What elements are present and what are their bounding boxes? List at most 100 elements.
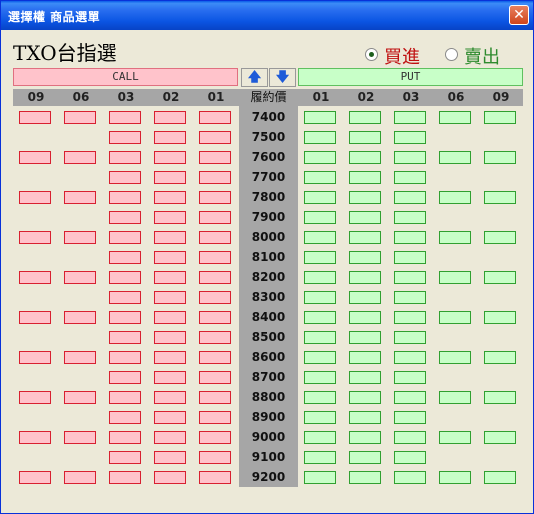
close-button[interactable]: ✕ — [509, 5, 529, 25]
put-cell-01-8300[interactable] — [304, 291, 336, 304]
sell-radio-icon[interactable] — [445, 48, 458, 61]
call-cell-01-8400[interactable] — [199, 311, 231, 324]
call-cell-03-7700[interactable] — [109, 171, 141, 184]
call-cell-03-8300[interactable] — [109, 291, 141, 304]
put-cell-02-9200[interactable] — [349, 471, 381, 484]
call-cell-09-8400[interactable] — [19, 311, 51, 324]
put-cell-01-8600[interactable] — [304, 351, 336, 364]
put-cell-01-8800[interactable] — [304, 391, 336, 404]
put-cell-02-8100[interactable] — [349, 251, 381, 264]
put-cell-02-8900[interactable] — [349, 411, 381, 424]
put-cell-01-8900[interactable] — [304, 411, 336, 424]
put-cell-03-8800[interactable] — [394, 391, 426, 404]
buy-radio-icon[interactable] — [365, 48, 378, 61]
put-cell-02-8200[interactable] — [349, 271, 381, 284]
call-cell-03-8500[interactable] — [109, 331, 141, 344]
call-cell-03-7600[interactable] — [109, 151, 141, 164]
put-cell-06-7600[interactable] — [439, 151, 471, 164]
call-cell-09-7400[interactable] — [19, 111, 51, 124]
put-cell-02-7700[interactable] — [349, 171, 381, 184]
put-cell-01-8200[interactable] — [304, 271, 336, 284]
call-cell-01-9100[interactable] — [199, 451, 231, 464]
put-cell-03-7600[interactable] — [394, 151, 426, 164]
put-cell-03-9100[interactable] — [394, 451, 426, 464]
put-cell-01-8000[interactable] — [304, 231, 336, 244]
call-cell-06-7800[interactable] — [64, 191, 96, 204]
put-cell-02-8600[interactable] — [349, 351, 381, 364]
put-cell-03-8200[interactable] — [394, 271, 426, 284]
call-cell-01-8300[interactable] — [199, 291, 231, 304]
put-cell-01-7900[interactable] — [304, 211, 336, 224]
call-cell-03-9000[interactable] — [109, 431, 141, 444]
call-cell-09-8200[interactable] — [19, 271, 51, 284]
sell-radio-option[interactable]: 賣出 — [445, 43, 500, 69]
put-cell-01-9200[interactable] — [304, 471, 336, 484]
call-cell-02-7500[interactable] — [154, 131, 186, 144]
call-cell-03-9100[interactable] — [109, 451, 141, 464]
call-cell-06-9000[interactable] — [64, 431, 96, 444]
call-cell-03-8700[interactable] — [109, 371, 141, 384]
put-cell-06-8200[interactable] — [439, 271, 471, 284]
call-cell-01-8500[interactable] — [199, 331, 231, 344]
call-cell-02-8100[interactable] — [154, 251, 186, 264]
call-cell-01-8800[interactable] — [199, 391, 231, 404]
put-cell-03-9200[interactable] — [394, 471, 426, 484]
put-cell-01-7600[interactable] — [304, 151, 336, 164]
put-cell-01-7400[interactable] — [304, 111, 336, 124]
title-bar[interactable]: 選擇權 商品選單 ✕ — [1, 1, 533, 30]
put-cell-01-8400[interactable] — [304, 311, 336, 324]
put-cell-01-8500[interactable] — [304, 331, 336, 344]
call-cell-06-9200[interactable] — [64, 471, 96, 484]
call-cell-09-7800[interactable] — [19, 191, 51, 204]
put-cell-03-8600[interactable] — [394, 351, 426, 364]
call-cell-01-8100[interactable] — [199, 251, 231, 264]
put-cell-03-9000[interactable] — [394, 431, 426, 444]
call-cell-06-8600[interactable] — [64, 351, 96, 364]
call-cell-02-9000[interactable] — [154, 431, 186, 444]
call-cell-02-8600[interactable] — [154, 351, 186, 364]
call-cell-01-9200[interactable] — [199, 471, 231, 484]
call-cell-03-7400[interactable] — [109, 111, 141, 124]
scroll-up-button[interactable]: 🡅 — [241, 68, 268, 87]
call-cell-02-8500[interactable] — [154, 331, 186, 344]
put-cell-02-9000[interactable] — [349, 431, 381, 444]
call-cell-02-8200[interactable] — [154, 271, 186, 284]
call-cell-03-8400[interactable] — [109, 311, 141, 324]
call-cell-06-8000[interactable] — [64, 231, 96, 244]
call-cell-01-9000[interactable] — [199, 431, 231, 444]
call-cell-06-8200[interactable] — [64, 271, 96, 284]
call-cell-01-8900[interactable] — [199, 411, 231, 424]
call-cell-02-9100[interactable] — [154, 451, 186, 464]
put-cell-02-8400[interactable] — [349, 311, 381, 324]
put-cell-02-8800[interactable] — [349, 391, 381, 404]
put-cell-03-8700[interactable] — [394, 371, 426, 384]
put-cell-03-8300[interactable] — [394, 291, 426, 304]
put-cell-02-7500[interactable] — [349, 131, 381, 144]
put-cell-06-9000[interactable] — [439, 431, 471, 444]
put-cell-01-8700[interactable] — [304, 371, 336, 384]
call-cell-01-8200[interactable] — [199, 271, 231, 284]
call-cell-03-7800[interactable] — [109, 191, 141, 204]
put-cell-09-8600[interactable] — [484, 351, 516, 364]
call-cell-03-7900[interactable] — [109, 211, 141, 224]
put-cell-09-7400[interactable] — [484, 111, 516, 124]
put-cell-06-8600[interactable] — [439, 351, 471, 364]
put-cell-06-7400[interactable] — [439, 111, 471, 124]
put-cell-01-9100[interactable] — [304, 451, 336, 464]
call-cell-03-8600[interactable] — [109, 351, 141, 364]
call-cell-01-8600[interactable] — [199, 351, 231, 364]
put-cell-01-7800[interactable] — [304, 191, 336, 204]
call-cell-03-7500[interactable] — [109, 131, 141, 144]
put-cell-06-8800[interactable] — [439, 391, 471, 404]
put-cell-06-7800[interactable] — [439, 191, 471, 204]
call-cell-03-8200[interactable] — [109, 271, 141, 284]
call-cell-03-8800[interactable] — [109, 391, 141, 404]
put-cell-09-9200[interactable] — [484, 471, 516, 484]
call-cell-03-8100[interactable] — [109, 251, 141, 264]
call-cell-06-7600[interactable] — [64, 151, 96, 164]
put-cell-09-8000[interactable] — [484, 231, 516, 244]
put-cell-02-8300[interactable] — [349, 291, 381, 304]
put-cell-09-8200[interactable] — [484, 271, 516, 284]
call-cell-02-7800[interactable] — [154, 191, 186, 204]
call-cell-09-8000[interactable] — [19, 231, 51, 244]
